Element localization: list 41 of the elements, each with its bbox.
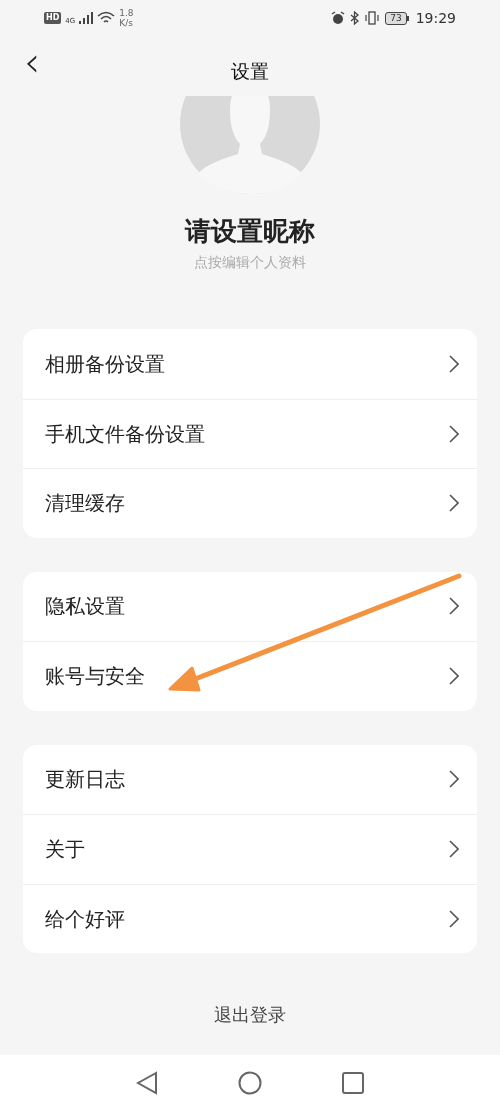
back-button[interactable]: ‹ bbox=[24, 42, 40, 82]
settings-item[interactable]: 清理缓存 bbox=[23, 468, 477, 538]
settings-item-label: 给个好评 bbox=[45, 905, 125, 933]
home-nav-icon[interactable] bbox=[238, 1071, 262, 1095]
settings-item[interactable]: 关于 bbox=[23, 814, 477, 884]
chevron-right-icon bbox=[449, 597, 459, 616]
status-time: 19:29 bbox=[415, 8, 456, 28]
chevron-right-icon bbox=[449, 840, 459, 859]
settings-item[interactable]: 手机文件备份设置 bbox=[23, 398, 477, 468]
recents-nav-icon[interactable] bbox=[342, 1072, 364, 1094]
settings-item[interactable]: 给个好评 bbox=[23, 883, 477, 953]
logout-button[interactable]: 退出登录 bbox=[214, 1000, 286, 1028]
speed-value: 1.8 bbox=[119, 8, 134, 18]
profile-hint: 点按编辑个人资料 bbox=[194, 253, 306, 272]
chevron-right-icon bbox=[449, 354, 459, 373]
settings-item[interactable]: 相册备份设置 bbox=[23, 329, 477, 399]
signal-icon bbox=[79, 12, 94, 24]
chevron-right-icon bbox=[449, 424, 459, 443]
chevron-right-icon bbox=[449, 667, 459, 686]
settings-item-label: 关于 bbox=[45, 836, 85, 864]
settings-item-label: 手机文件备份设置 bbox=[45, 420, 205, 448]
wifi-icon bbox=[97, 11, 116, 25]
back-nav-icon[interactable] bbox=[136, 1071, 158, 1095]
hd-icon: HD bbox=[44, 12, 62, 24]
speed-unit: K/s bbox=[119, 18, 134, 28]
vibrate-icon bbox=[364, 11, 381, 25]
nickname[interactable]: 请设置昵称 bbox=[185, 214, 315, 248]
settings-item-label: 更新日志 bbox=[45, 766, 125, 794]
chevron-right-icon bbox=[449, 770, 459, 789]
settings-item-label: 隐私设置 bbox=[45, 593, 125, 621]
chevron-right-icon bbox=[449, 494, 459, 513]
settings-item[interactable]: 隐私设置 bbox=[23, 571, 477, 641]
settings-item[interactable]: 更新日志 bbox=[23, 744, 477, 814]
page-title: 设置 bbox=[231, 58, 269, 84]
bluetooth-icon bbox=[350, 11, 360, 25]
settings-item-label: 相册备份设置 bbox=[45, 350, 165, 378]
settings-item-label: 账号与安全 bbox=[45, 663, 145, 691]
battery-icon: 73 bbox=[385, 11, 409, 25]
alarm-icon bbox=[331, 11, 346, 25]
chevron-right-icon bbox=[449, 909, 459, 928]
settings-item-label: 清理缓存 bbox=[45, 490, 125, 518]
